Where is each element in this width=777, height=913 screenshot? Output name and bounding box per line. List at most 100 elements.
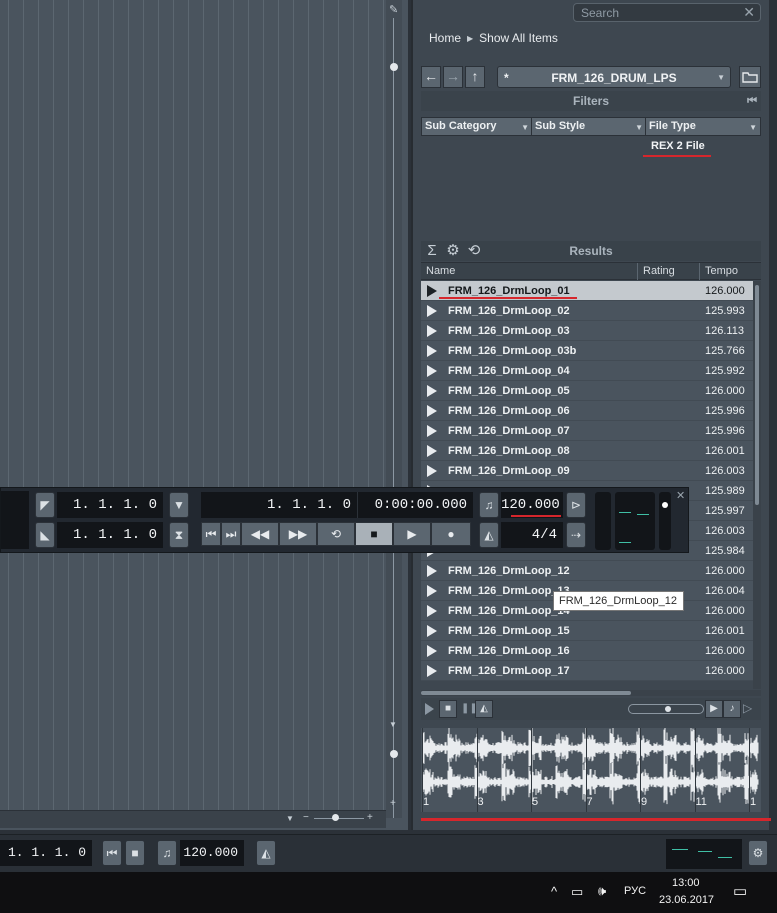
tempo-display[interactable]: 120.000 — [180, 840, 244, 866]
clock-time[interactable]: 13:00 — [672, 877, 700, 889]
auto-play-icon[interactable]: ♪ — [723, 700, 741, 718]
column-header-tempo[interactable]: Tempo — [705, 265, 738, 277]
table-row[interactable]: FRM_126_DrmLoop_08 126.001 — [421, 441, 753, 461]
go-to-start-icon[interactable]: ⏮ — [102, 840, 122, 866]
play-icon[interactable] — [427, 665, 437, 677]
search-input[interactable]: Search ✕ — [573, 3, 761, 22]
clock-date[interactable]: 23.06.2017 — [659, 894, 714, 906]
table-row[interactable]: FRM_126_DrmLoop_15 126.001 — [421, 621, 753, 641]
play-icon[interactable] — [427, 325, 437, 337]
wait-for-playback-icon[interactable]: ▷ — [743, 701, 752, 715]
play-icon[interactable] — [427, 405, 437, 417]
volume-knob[interactable] — [665, 706, 671, 712]
table-row[interactable]: FRM_126_DrmLoop_07 125.996 — [421, 421, 753, 441]
zoom-knob[interactable] — [332, 814, 339, 821]
sync-icon[interactable]: ⊳ — [566, 492, 586, 518]
zoom-knob[interactable] — [390, 63, 398, 71]
tempo-mode-icon[interactable]: ⇢ — [566, 522, 586, 548]
play-icon[interactable] — [427, 605, 437, 617]
play-icon[interactable] — [427, 625, 437, 637]
speaker-icon[interactable]: 🕪 — [598, 883, 606, 899]
project-horizontal-zoom[interactable]: ▼ − + — [0, 810, 386, 828]
tempo-track-icon[interactable]: ♫ — [157, 840, 177, 866]
punch-out-icon[interactable]: ⧗ — [169, 522, 189, 548]
stop-icon[interactable]: ■ — [439, 700, 457, 718]
scroll-thumb[interactable] — [421, 691, 631, 695]
go-to-start-icon[interactable]: ⏮ — [201, 522, 221, 546]
position-time-display[interactable]: 0:00:00.000 — [357, 492, 473, 518]
table-row[interactable]: FRM_126_DrmLoop_02 125.993 — [421, 301, 753, 321]
plus-icon[interactable]: + — [367, 812, 373, 823]
results-hscrollbar[interactable] — [421, 690, 761, 696]
chevron-down-icon[interactable]: ▼ — [286, 814, 294, 823]
play-icon[interactable]: ▶ — [393, 522, 431, 546]
back-arrow-icon[interactable]: ← — [421, 66, 441, 88]
close-icon[interactable]: ✕ — [743, 4, 755, 21]
breadcrumb-home[interactable]: Home — [429, 31, 461, 45]
fast-forward-icon[interactable]: ▶▶ — [279, 522, 317, 546]
minus-icon[interactable]: − — [303, 812, 309, 823]
results-scrollbar[interactable] — [753, 281, 761, 689]
play-icon[interactable] — [427, 565, 437, 577]
scroll-thumb[interactable] — [755, 285, 759, 505]
table-row[interactable]: FRM_126_DrmLoop_12 126.000 — [421, 561, 753, 581]
collapse-icon[interactable]: ⏮ — [747, 91, 757, 111]
play-icon[interactable] — [427, 425, 437, 437]
table-row[interactable]: FRM_126_DrmLoop_03b 125.766 — [421, 341, 753, 361]
right-locator-icon[interactable]: ◣ — [35, 522, 55, 548]
table-row[interactable]: FRM_126_DrmLoop_17 126.000 — [421, 661, 753, 681]
language-indicator[interactable]: РУС — [624, 885, 646, 897]
position-bars-display[interactable]: 1. 1. 1. 0 — [201, 492, 357, 518]
metronome-icon[interactable]: ◭ — [479, 522, 499, 548]
column-separator[interactable] — [699, 263, 700, 280]
left-locator-display[interactable]: 1. 1. 1. 0 — [57, 492, 163, 518]
position-display[interactable]: 1. 1. 1. 0 — [0, 840, 92, 866]
tempo-track-icon[interactable]: ♫ — [479, 492, 499, 518]
gear-icon[interactable]: ⚙ — [748, 840, 768, 866]
zoom-knob-lower[interactable] — [390, 750, 398, 758]
table-row[interactable]: FRM_126_DrmLoop_06 125.996 — [421, 401, 753, 421]
chevron-up-icon[interactable]: ^ — [551, 884, 557, 899]
table-row[interactable]: FRM_126_DrmLoop_16 126.000 — [421, 641, 753, 661]
waveform-display[interactable]: 1 3 5 7 9 11 1 — [421, 728, 761, 812]
left-locator-icon[interactable]: ◤ — [35, 492, 55, 518]
signature-display[interactable]: 4/4 — [501, 522, 563, 548]
column-separator[interactable] — [637, 263, 638, 280]
table-row[interactable]: FRM_126_DrmLoop_09 126.003 — [421, 461, 753, 481]
record-icon[interactable]: ● — [431, 522, 471, 546]
play-icon[interactable] — [427, 285, 437, 297]
column-header-name[interactable]: Name — [426, 265, 455, 277]
filter-column-sub-category[interactable]: Sub Category ▼ — [421, 117, 533, 136]
chevron-down-icon[interactable]: ▼ — [389, 720, 397, 729]
right-locator-display[interactable]: 1. 1. 1. 0 — [57, 522, 163, 548]
play-icon[interactable] — [427, 445, 437, 457]
cycle-icon[interactable]: ⟲ — [317, 522, 355, 546]
project-vertical-zoom[interactable]: ✎ ▼ + — [386, 0, 402, 818]
preview-volume-slider[interactable] — [628, 704, 704, 714]
play-icon[interactable] — [427, 365, 437, 377]
play-icon[interactable] — [425, 703, 434, 715]
play-icon[interactable] — [427, 385, 437, 397]
column-header-rating[interactable]: Rating — [643, 265, 675, 277]
punch-in-icon[interactable]: ▼ — [169, 492, 189, 518]
table-row[interactable]: FRM_126_DrmLoop_04 125.992 — [421, 361, 753, 381]
play-icon[interactable] — [427, 465, 437, 477]
breadcrumb-current[interactable]: Show All Items — [479, 31, 558, 45]
plus-icon[interactable]: + — [390, 798, 396, 809]
align-beats-icon[interactable]: ▶ — [705, 700, 723, 718]
fader-knob[interactable] — [662, 502, 668, 508]
filter-value-rex2[interactable]: REX 2 File — [651, 140, 705, 152]
play-icon[interactable] — [427, 345, 437, 357]
folder-icon[interactable] — [739, 66, 761, 88]
pencil-icon[interactable]: ✎ — [389, 3, 398, 16]
metronome-icon[interactable]: ◭ — [256, 840, 276, 866]
table-row[interactable]: FRM_126_DrmLoop_05 126.000 — [421, 381, 753, 401]
close-icon[interactable]: ✕ — [676, 489, 685, 502]
location-selector[interactable]: * FRM_126_DRUM_LPS ▼ — [497, 66, 731, 88]
stop-icon[interactable]: ■ — [355, 522, 393, 546]
rewind-icon[interactable]: ◀◀ — [241, 522, 279, 546]
filter-column-sub-style[interactable]: Sub Style ▼ — [531, 117, 647, 136]
go-to-end-icon[interactable]: ⏭ — [221, 522, 241, 546]
stop-icon[interactable]: ■ — [125, 840, 145, 866]
waveform-icon[interactable]: ◭ — [475, 700, 493, 718]
